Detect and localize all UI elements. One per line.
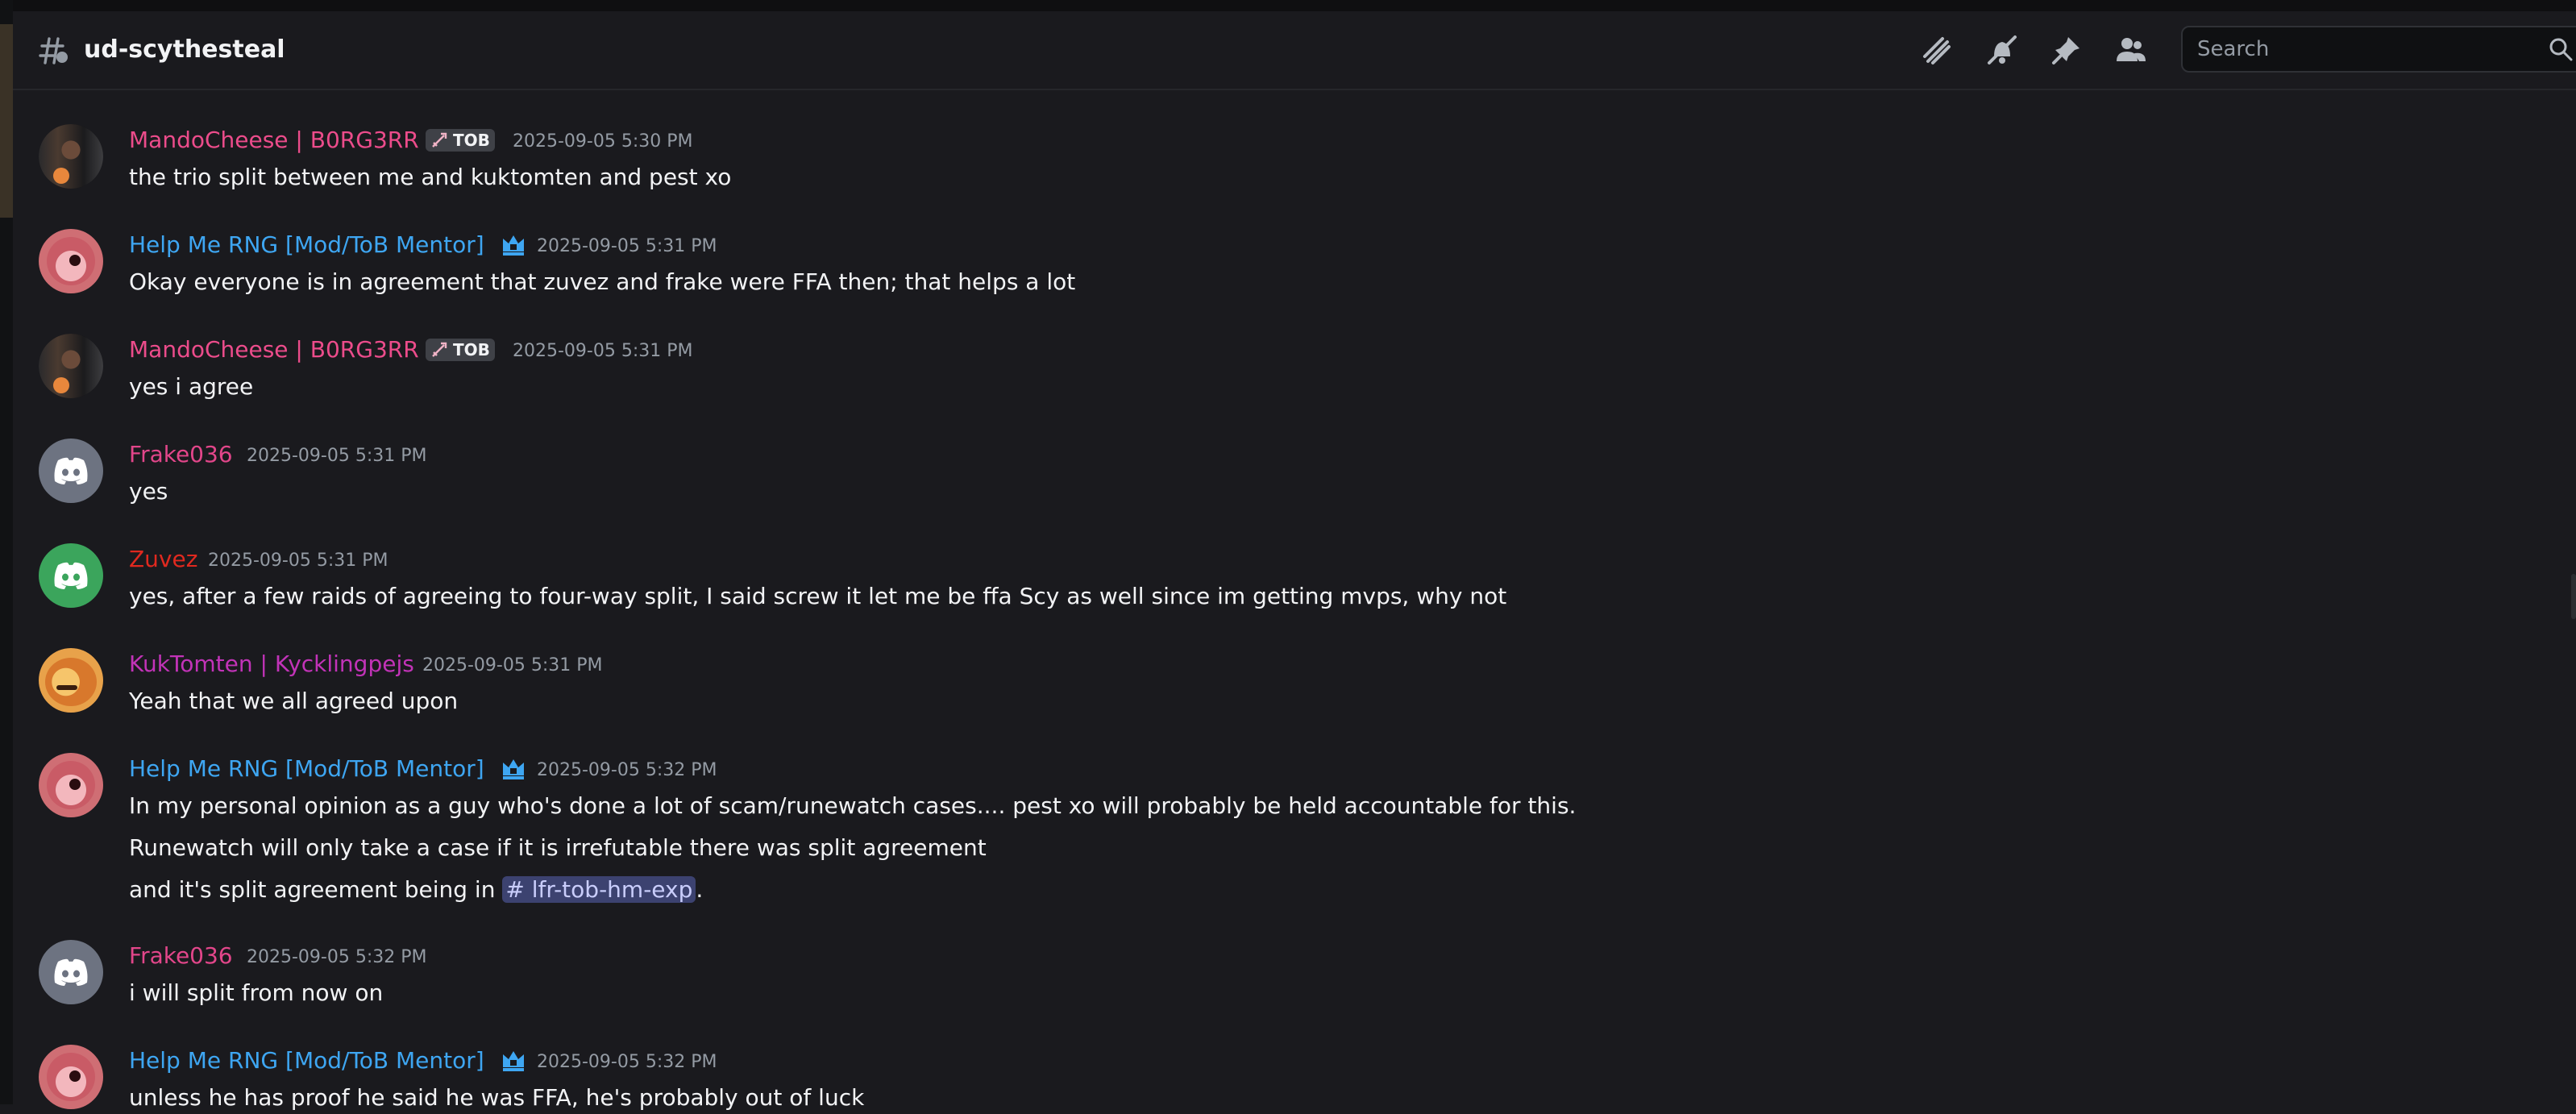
guild-tag-label: TOB (453, 340, 490, 360)
sword-icon (432, 132, 447, 148)
message-text: i will split from now on (129, 979, 384, 1006)
timestamp: 2025-09-05 5:31 PM (537, 236, 717, 256)
threads-icon[interactable] (1920, 32, 1955, 68)
discord-logo-icon (54, 958, 88, 986)
message-text: unless he has proof he said he was FFA, … (129, 1084, 865, 1111)
timestamp: 2025-09-05 5:31 PM (513, 341, 693, 361)
message-text-segment: . (696, 876, 704, 903)
search-placeholder: Search (2197, 37, 2270, 61)
timestamp: 2025-09-05 5:32 PM (537, 1052, 717, 1072)
avatar[interactable] (39, 229, 103, 293)
author-name[interactable]: MandoCheese | B0RG3RR (129, 126, 419, 155)
avatar[interactable] (39, 543, 103, 608)
author-name[interactable]: Frake036 (129, 440, 233, 469)
server-thumbnail (0, 24, 13, 218)
discord-logo-icon (54, 457, 88, 484)
author-name[interactable]: Zuvez (129, 545, 197, 574)
discord-logo-icon (54, 562, 88, 589)
timestamp: 2025-09-05 5:31 PM (208, 551, 388, 571)
author-name[interactable]: KukTomten | Kycklingpejs (129, 650, 414, 679)
message-text: Runewatch will only take a case if it is… (129, 834, 987, 861)
timestamp: 2025-09-05 5:32 PM (537, 760, 717, 780)
members-icon[interactable] (2113, 32, 2149, 68)
guild-tag[interactable]: TOB (426, 339, 495, 361)
message-text: Okay everyone is in agreement that zuvez… (129, 268, 1076, 295)
author-name[interactable]: Help Me RNG [Mod/ToB Mentor] (129, 754, 484, 784)
avatar[interactable] (39, 439, 103, 503)
author-name[interactable]: Frake036 (129, 941, 233, 971)
message-list: MandoCheese | B0RG3RR TOB 2025-09-05 5:3… (13, 90, 2576, 1111)
search-icon (2549, 38, 2573, 61)
message-text: In my personal opinion as a guy who's do… (129, 792, 1577, 819)
title-bar (13, 0, 2576, 11)
avatar[interactable] (39, 648, 103, 713)
channel-header: ud-scythesteal Search (13, 11, 2576, 90)
avatar[interactable] (39, 940, 103, 1004)
search-input[interactable]: Search (2181, 26, 2576, 73)
avatar[interactable] (39, 124, 103, 189)
timestamp: 2025-09-05 5:30 PM (513, 131, 693, 152)
channel-title: ud-scythesteal (84, 35, 285, 64)
mute-bell-icon[interactable] (1984, 32, 2020, 68)
timestamp: 2025-09-05 5:31 PM (247, 446, 427, 466)
author-name[interactable]: Help Me RNG [Mod/ToB Mentor] (129, 1046, 484, 1075)
message-text-segment: and it's split agreement being in (129, 876, 496, 903)
message-text: and it's split agreement being in # lfr-… (129, 874, 703, 906)
avatar[interactable] (39, 753, 103, 817)
channel-mention-link[interactable]: # lfr-tob-hm-exp (502, 876, 696, 903)
message-text: the trio split between me and kuktomten … (129, 164, 732, 190)
author-name[interactable]: Help Me RNG [Mod/ToB Mentor] (129, 231, 484, 260)
message-text: yes i agree (129, 373, 254, 400)
author-name[interactable]: MandoCheese | B0RG3RR (129, 335, 419, 364)
pin-icon[interactable] (2049, 32, 2084, 68)
scrollbar[interactable] (2571, 574, 2576, 619)
guild-tag-label: TOB (453, 131, 490, 150)
window-edge (0, 0, 13, 1104)
message-text: yes, after a few raids of agreeing to fo… (129, 583, 1507, 609)
timestamp: 2025-09-05 5:31 PM (422, 655, 603, 675)
moderator-crown-icon[interactable] (500, 231, 527, 258)
guild-tag[interactable]: TOB (426, 129, 495, 152)
avatar[interactable] (39, 334, 103, 398)
avatar[interactable] (39, 1045, 103, 1109)
moderator-crown-icon[interactable] (500, 1046, 527, 1074)
moderator-crown-icon[interactable] (500, 754, 527, 782)
text-channel-thread-icon (39, 37, 68, 64)
message-text: yes (129, 478, 168, 505)
sword-icon (432, 342, 447, 357)
message-text: Yeah that we all agreed upon (129, 688, 459, 714)
timestamp: 2025-09-05 5:32 PM (247, 947, 427, 967)
